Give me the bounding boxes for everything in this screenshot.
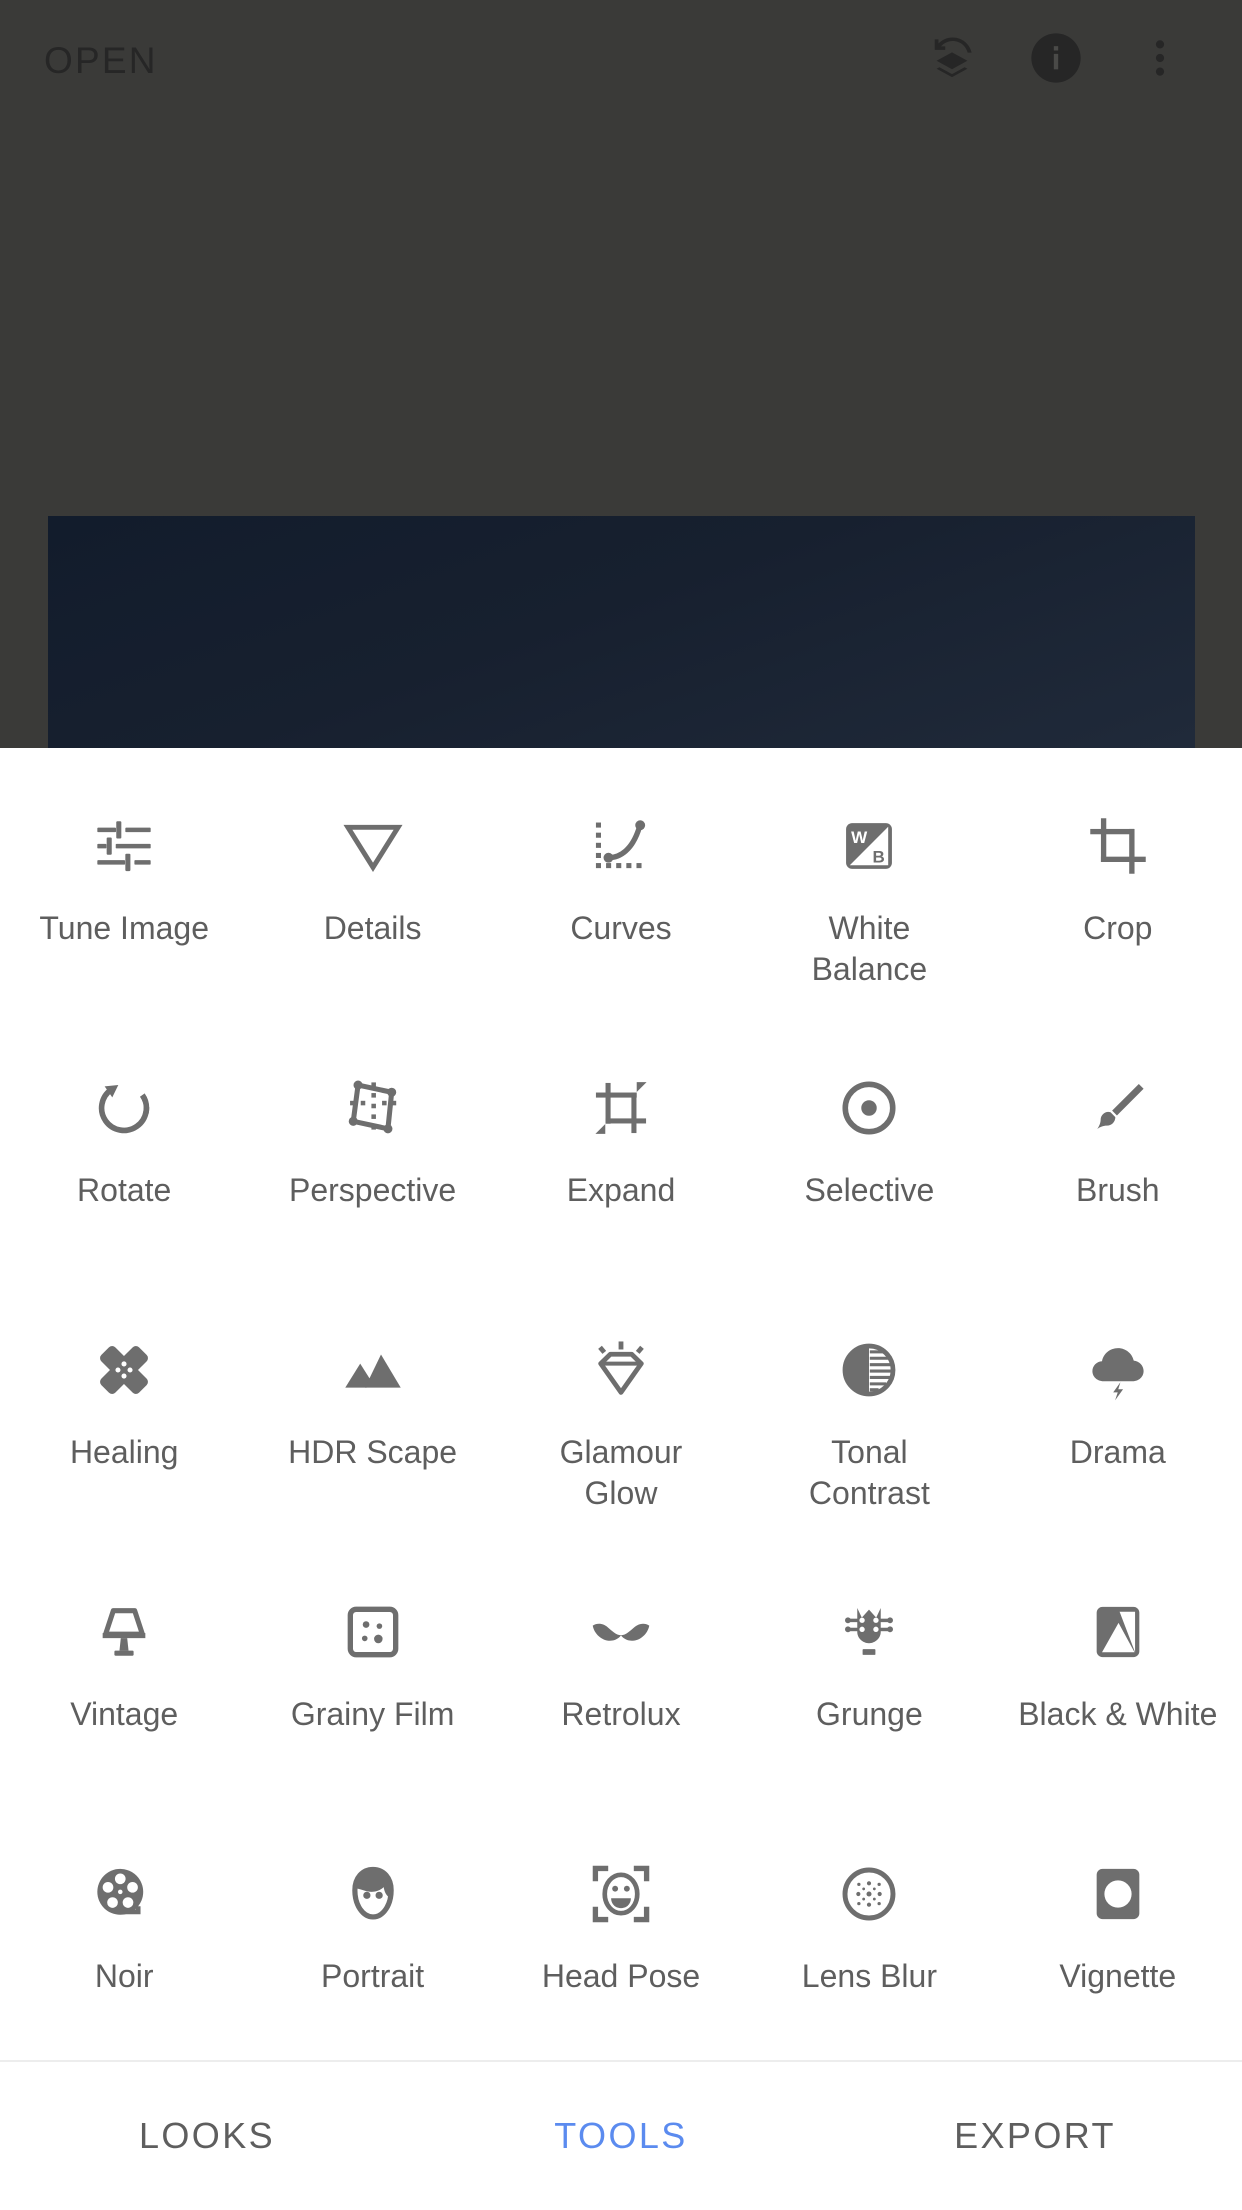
editor-backdrop: OPEN [0,0,1242,748]
tool-label: Drama [1069,1434,1166,1470]
lens-blur-icon [833,1858,905,1930]
noir-icon [88,1858,160,1930]
tool-label: Lens Blur [801,1958,937,1994]
tool-label: Black & White [1018,1696,1218,1732]
tool-retrolux[interactable]: Retrolux [497,1556,745,1818]
crop-icon [1082,810,1154,882]
tool-label: Vignette [1059,1958,1177,1994]
tool-rotate[interactable]: Rotate [0,1032,248,1294]
tool-label: Portrait [321,1958,425,1994]
tool-label: Grainy Film [290,1696,455,1732]
portrait-icon [337,1858,409,1930]
tool-label: Details [323,910,422,946]
tool-perspective[interactable]: Perspective [248,1032,496,1294]
photo-preview[interactable] [48,516,1195,748]
tool-label: Brush [1075,1172,1160,1208]
tool-label: Crop [1083,910,1153,946]
selective-icon [833,1072,905,1144]
tool-lens-blur[interactable]: Lens Blur [745,1818,993,2080]
expand-icon [585,1072,657,1144]
tool-label: Rotate [77,1172,172,1208]
overflow-menu-button[interactable] [1108,8,1212,112]
tool-label: Grunge [816,1696,923,1732]
hdr-scape-icon [337,1334,409,1406]
drama-icon [1082,1334,1154,1406]
tool-expand[interactable]: Expand [497,1032,745,1294]
revert-stack-icon [924,30,980,91]
tab-looks[interactable]: LOOKS [0,2118,414,2154]
tool-drama[interactable]: Drama [994,1294,1242,1556]
details-icon [337,810,409,882]
tool-white-balance[interactable]: W B White Balance [745,770,993,1032]
tool-label: Selective [804,1172,935,1208]
black-and-white-icon [1082,1596,1154,1668]
healing-icon [88,1334,160,1406]
tool-label: Head Pose [541,1958,701,1994]
tool-label: Retrolux [561,1696,681,1732]
svg-text:W: W [851,828,868,847]
svg-text:B: B [873,848,885,867]
info-button[interactable] [1004,8,1108,112]
curves-icon [585,810,657,882]
tool-label: White Balance [811,910,928,987]
tool-hdr-scape[interactable]: HDR Scape [248,1294,496,1556]
brush-icon [1082,1072,1154,1144]
tool-tonal-contrast[interactable]: Tonal Contrast [745,1294,993,1556]
top-app-bar: OPEN [0,0,1242,120]
tools-sheet: Tune Image Details Curves W B White Bala… [0,748,1242,2060]
tool-selective[interactable]: Selective [745,1032,993,1294]
tool-brush[interactable]: Brush [994,1032,1242,1294]
tool-label: Perspective [289,1172,457,1208]
tool-label: HDR Scape [288,1434,458,1470]
vignette-icon [1082,1858,1154,1930]
tool-grainy-film[interactable]: Grainy Film [248,1556,496,1818]
tool-portrait[interactable]: Portrait [248,1818,496,2080]
tool-vignette[interactable]: Vignette [994,1818,1242,2080]
bottom-nav: LOOKS TOOLS EXPORT [0,2060,1242,2210]
tool-noir[interactable]: Noir [0,1818,248,2080]
tool-label: Curves [570,910,672,946]
head-pose-icon [585,1858,657,1930]
vintage-icon [88,1596,160,1668]
tool-label: Noir [94,1958,154,1994]
tool-label: Tune Image [39,910,209,946]
grainy-film-icon [337,1596,409,1668]
tool-grunge[interactable]: Grunge [745,1556,993,1818]
open-button[interactable]: OPEN [44,42,158,79]
perspective-icon [337,1072,409,1144]
retrolux-icon [585,1596,657,1668]
rotate-icon [88,1072,160,1144]
tool-label: Vintage [70,1696,179,1732]
tool-healing[interactable]: Healing [0,1294,248,1556]
tools-grid: Tune Image Details Curves W B White Bala… [0,748,1242,2080]
glamour-glow-icon [585,1334,657,1406]
grunge-icon [833,1596,905,1668]
tool-black-and-white[interactable]: Black & White [994,1556,1242,1818]
info-icon [1027,29,1085,92]
tool-label: Tonal Contrast [808,1434,930,1511]
white-balance-icon: W B [833,810,905,882]
tab-export[interactable]: EXPORT [828,2118,1242,2154]
tool-vintage[interactable]: Vintage [0,1556,248,1818]
tab-tools[interactable]: TOOLS [414,2118,828,2154]
overflow-menu-icon [1136,34,1184,87]
tonal-contrast-icon [833,1334,905,1406]
tool-label: Healing [69,1434,179,1470]
revert-stack-button[interactable] [900,8,1004,112]
tool-head-pose[interactable]: Head Pose [497,1818,745,2080]
tool-label: Glamour Glow [559,1434,683,1511]
tool-tune-image[interactable]: Tune Image [0,770,248,1032]
tool-crop[interactable]: Crop [994,770,1242,1032]
tool-label: Expand [566,1172,676,1208]
tool-curves[interactable]: Curves [497,770,745,1032]
tool-glamour-glow[interactable]: Glamour Glow [497,1294,745,1556]
tune-image-icon [88,810,160,882]
tool-details[interactable]: Details [248,770,496,1032]
